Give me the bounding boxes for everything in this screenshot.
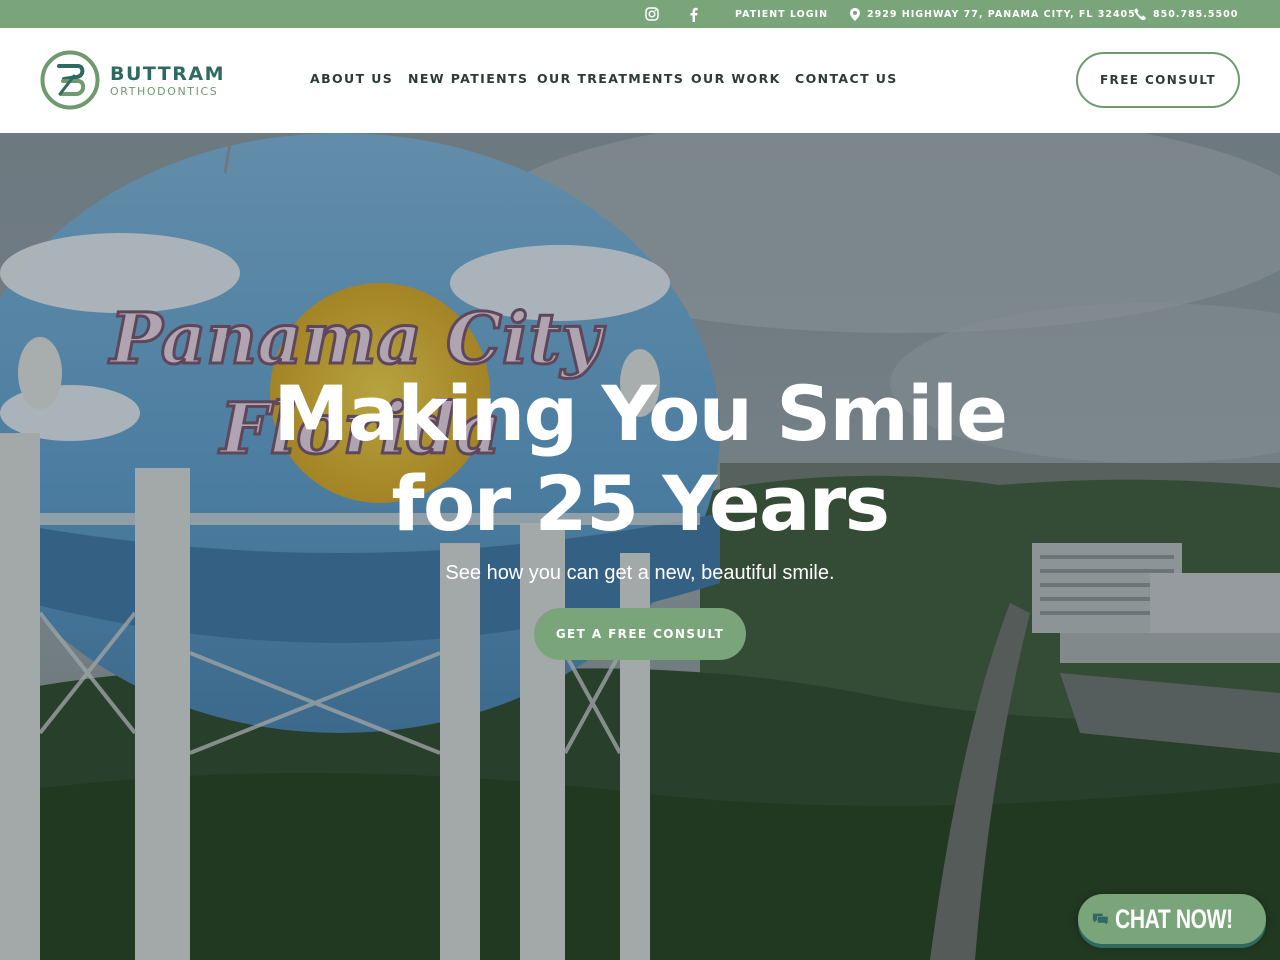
chat-now-button[interactable]: CHAT NOW! bbox=[1078, 894, 1266, 944]
hero-title-line-2: for 25 Years bbox=[391, 459, 890, 548]
free-consult-button[interactable]: FREE CONSULT bbox=[1076, 52, 1240, 108]
logo-link[interactable]: BUTTRAM ORTHODONTICS bbox=[40, 49, 225, 111]
buttram-logo-icon bbox=[40, 50, 100, 110]
hero-title: Making You Smile for 25 Years bbox=[140, 369, 1140, 549]
hero-title-line-1: Making You Smile bbox=[273, 369, 1008, 458]
nav-contact-us[interactable]: CONTACT US bbox=[795, 68, 898, 88]
hero-subtitle: See how you can get a new, beautiful smi… bbox=[445, 562, 835, 584]
nav-about-us[interactable]: ABOUT US bbox=[310, 68, 393, 88]
map-pin-icon bbox=[850, 7, 860, 21]
instagram-link[interactable] bbox=[645, 0, 659, 28]
nav-our-work[interactable]: OUR WORK bbox=[691, 68, 781, 88]
phone-link[interactable]: 850.785.5500 bbox=[1134, 0, 1238, 28]
phone-icon bbox=[1134, 8, 1146, 20]
top-utility-bar: PATIENT LOGIN 2929 HIGHWAY 77, PANAMA CI… bbox=[0, 0, 1280, 28]
address-text: 2929 HIGHWAY 77, PANAMA CITY, FL 32405 bbox=[867, 8, 1136, 20]
facebook-link[interactable] bbox=[689, 0, 698, 28]
chat-bubbles-icon bbox=[1092, 913, 1109, 926]
address-link[interactable]: 2929 HIGHWAY 77, PANAMA CITY, FL 32405 bbox=[850, 0, 1136, 28]
chat-now-label: CHAT NOW! bbox=[1115, 903, 1233, 934]
logo-text: BUTTRAM ORTHODONTICS bbox=[110, 63, 225, 98]
logo-subtitle: ORTHODONTICS bbox=[110, 84, 219, 98]
patient-login-link[interactable]: PATIENT LOGIN bbox=[735, 0, 828, 28]
nav-new-patients[interactable]: NEW PATIENTS bbox=[408, 68, 528, 88]
phone-text: 850.785.5500 bbox=[1153, 8, 1239, 20]
instagram-icon bbox=[645, 7, 659, 21]
facebook-icon bbox=[690, 7, 698, 22]
site-header: BUTTRAM ORTHODONTICS ABOUT US NEW PATIEN… bbox=[0, 28, 1280, 133]
nav-our-treatments[interactable]: OUR TREATMENTS bbox=[537, 68, 684, 88]
logo-name: BUTTRAM bbox=[110, 62, 226, 85]
hero-section: Panama City Florida Making You Smile for… bbox=[0, 133, 1280, 960]
get-free-consult-button[interactable]: GET A FREE CONSULT bbox=[534, 608, 746, 660]
